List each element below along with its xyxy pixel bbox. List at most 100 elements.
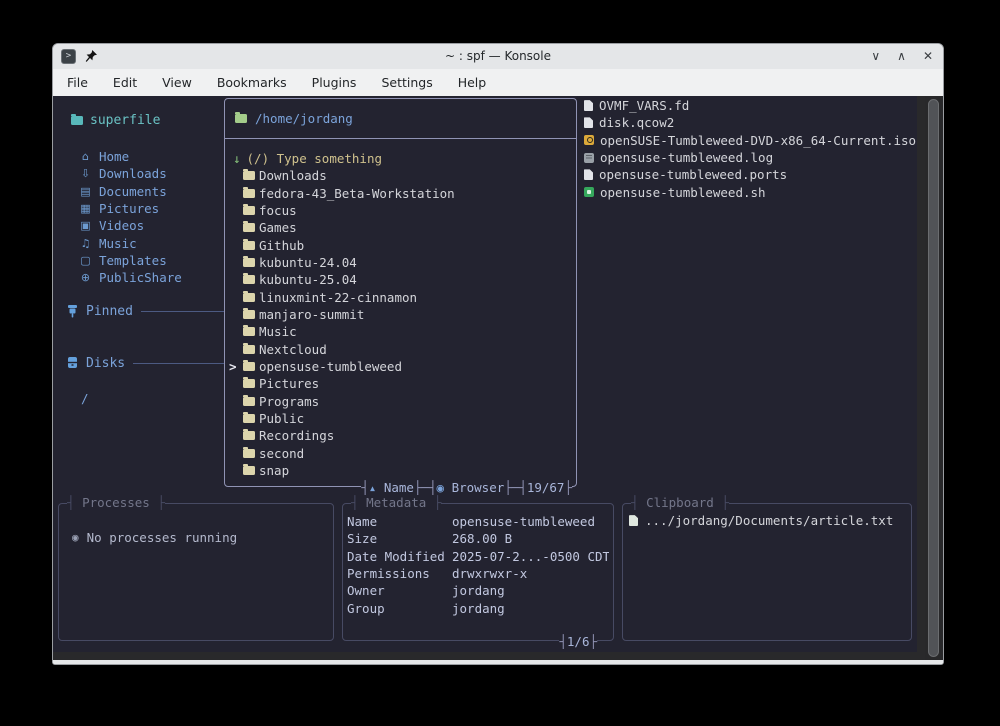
preview-file-row[interactable]: disk.qcow2	[584, 114, 914, 131]
clipboard-item[interactable]: .../jordang/Documents/article.txt	[629, 512, 893, 529]
metadata-label: Group	[347, 601, 452, 616]
file-entry[interactable]: Programs	[225, 393, 574, 410]
pinned-label: Pinned	[86, 304, 133, 319]
file-entry[interactable]: Github	[225, 237, 574, 254]
path-folder-icon	[235, 114, 247, 123]
file-entry-name: fedora-43_Beta-Workstation	[259, 186, 455, 201]
metadata-label: Size	[347, 531, 452, 546]
minimize-button[interactable]: ∨	[869, 48, 882, 64]
file-entry[interactable]: Pictures	[225, 375, 574, 392]
file-entry[interactable]: snap	[225, 462, 574, 479]
menu-edit[interactable]: Edit	[105, 72, 145, 93]
processes-panel: Processes ◉ No processes running	[58, 503, 334, 641]
browser-statusbar: ┤▴ Name├─┤◉ Browser├─┤19/67├	[361, 480, 572, 495]
folder-icon	[243, 223, 255, 232]
desktop: > ~ : spf — Konsole ∨ ∧ ✕ File Edit View Bo…	[0, 0, 1000, 726]
file-entry[interactable]: Recordings	[225, 427, 574, 444]
folder-icon	[243, 345, 255, 354]
file-entry[interactable]: Games	[225, 219, 574, 236]
menu-bookmarks[interactable]: Bookmarks	[209, 72, 295, 93]
file-entry[interactable]: Music	[225, 323, 574, 340]
scrollbar-track[interactable]	[925, 96, 943, 660]
preview-file-name: OVMF_VARS.fd	[599, 98, 689, 113]
folder-icon	[243, 449, 255, 458]
app-folder-icon	[71, 116, 83, 125]
music-icon: ♫	[79, 237, 92, 250]
metadata-value: drwxrwxr-x	[452, 566, 527, 581]
file-entry-name: Programs	[259, 394, 319, 409]
folder-icon	[243, 275, 255, 284]
preview-file-name: opensuse-tumbleweed.sh	[600, 185, 766, 200]
file-entry[interactable]: linuxmint-22-cinnamon	[225, 289, 574, 306]
disk-section-icon	[67, 357, 78, 369]
browser-path-bar[interactable]: /home/jordang	[225, 99, 576, 139]
preview-file-row[interactable]: openSUSE-Tumbleweed-DVD-x86_64-Current.i…	[584, 132, 914, 149]
file-entry-name: kubuntu-24.04	[259, 255, 357, 270]
metadata-value: opensuse-tumbleweed	[452, 514, 595, 529]
app-title-label: superfile	[90, 113, 160, 128]
maximize-button[interactable]: ∧	[895, 48, 908, 64]
metadata-row: Ownerjordang	[347, 582, 609, 599]
file-entry[interactable]: manjaro-summit	[225, 306, 574, 323]
selection-cursor-icon: >	[229, 359, 237, 374]
scrollbar-thumb[interactable]	[928, 99, 939, 657]
menu-plugins[interactable]: Plugins	[304, 72, 365, 93]
processes-title: Processes	[67, 495, 165, 510]
file-entry-name: Recordings	[259, 428, 334, 443]
sidebar-item-root[interactable]: /	[81, 391, 89, 406]
preview-panel: OVMF_VARS.fd disk.qcow2 openSUSE-Tumblewee…	[584, 97, 914, 201]
file-entry[interactable]: >opensuse-tumbleweed	[225, 358, 574, 375]
preview-file-row[interactable]: OVMF_VARS.fd	[584, 97, 914, 114]
sort-direction-icon[interactable]: ▴	[369, 480, 384, 495]
sidebar-item-label: Music	[99, 236, 137, 251]
process-status-icon: ◉	[72, 531, 79, 544]
file-entry[interactable]: Nextcloud	[225, 341, 574, 358]
clipboard-title: Clipboard	[631, 495, 729, 510]
folder-icon	[243, 397, 255, 406]
browser-entries: Downloads fedora-43_Beta-Workstationfocus…	[225, 167, 574, 479]
file-entry[interactable]: fedora-43_Beta-Workstation	[225, 185, 574, 202]
menu-file[interactable]: File	[59, 72, 96, 93]
window-title: ~ : spf — Konsole	[53, 49, 943, 63]
templates-icon: ▢	[79, 254, 92, 267]
sidebar-item-label: Documents	[99, 184, 167, 199]
preview-file-row[interactable]: opensuse-tumbleweed.log	[584, 149, 914, 166]
file-entry-name: Github	[259, 238, 304, 253]
metadata-label: Owner	[347, 583, 452, 598]
metadata-page-counter: ┤1/6├	[559, 634, 597, 649]
metadata-row: Groupjordang	[347, 600, 609, 617]
file-entry[interactable]: second	[225, 444, 574, 461]
file-entry[interactable]: Downloads	[225, 167, 574, 184]
file-entry[interactable]: kubuntu-24.04	[225, 254, 574, 271]
preview-file-name: disk.qcow2	[599, 115, 674, 130]
file-icon	[584, 100, 593, 111]
processes-empty-row: ◉ No processes running	[72, 530, 237, 545]
browser-mode-icon: ◉	[437, 480, 452, 495]
metadata-row: Nameopensuse-tumbleweed	[347, 513, 609, 530]
file-entry[interactable]: focus	[225, 202, 574, 219]
menu-settings[interactable]: Settings	[373, 72, 440, 93]
titlebar[interactable]: > ~ : spf — Konsole ∨ ∧ ✕	[53, 44, 943, 69]
menu-help[interactable]: Help	[450, 72, 495, 93]
file-entry-name: second	[259, 446, 304, 461]
clipboard-file-icon	[629, 515, 638, 526]
file-entry-name: snap	[259, 463, 289, 478]
downloads-icon: ⇩	[79, 167, 92, 180]
sort-label[interactable]: Name	[384, 480, 414, 495]
sidebar-item-label: Videos	[99, 218, 144, 233]
file-entry[interactable]: Public	[225, 410, 574, 427]
preview-file-row[interactable]: opensuse-tumbleweed.ports	[584, 166, 914, 183]
browser-file-list: ↓ (/) Type something Downloads fedora-43_…	[225, 150, 574, 479]
menu-view[interactable]: View	[154, 72, 200, 93]
close-button[interactable]: ✕	[921, 48, 935, 64]
file-entry-name: Pictures	[259, 376, 319, 391]
search-input[interactable]: ↓ (/) Type something	[225, 150, 574, 167]
disks-label: Disks	[86, 356, 125, 371]
clipboard-panel: Clipboard .../jordang/Documents/article.…	[622, 503, 912, 641]
sidebar-app-title: superfile	[71, 113, 160, 128]
pinned-divider	[141, 311, 225, 312]
file-entry[interactable]: kubuntu-25.04	[225, 271, 574, 288]
mode-label: Browser	[452, 480, 505, 495]
preview-file-row[interactable]: opensuse-tumbleweed.sh	[584, 184, 914, 201]
terminal-viewport[interactable]: superfile ⌂Home⇩Downloads▤Documents▦Pict…	[53, 96, 943, 660]
